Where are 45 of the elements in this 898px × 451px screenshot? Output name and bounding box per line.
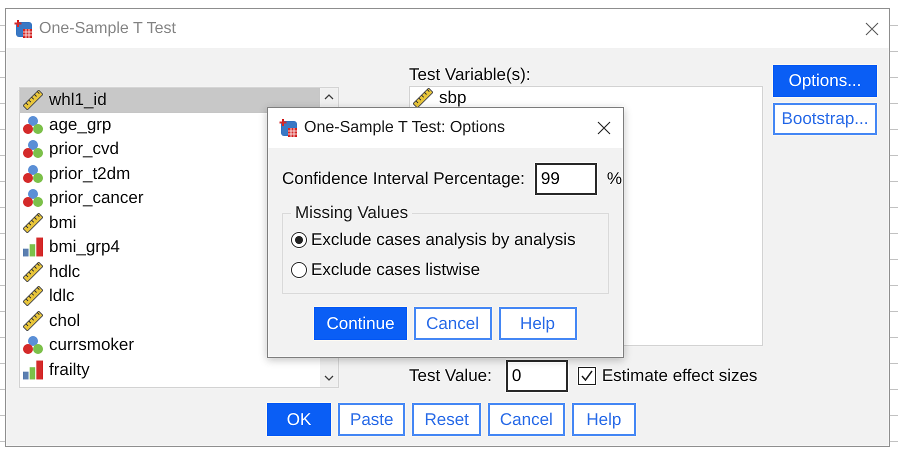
dialog-button[interactable]: Bootstrap...: [773, 103, 877, 135]
close-icon[interactable]: [865, 22, 879, 36]
table-icon: [278, 118, 298, 138]
bar-chart-icon: [23, 360, 43, 380]
effect-sizes-label: Estimate effect sizes: [602, 366, 758, 386]
confidence-interval-field[interactable]: 99: [534, 163, 597, 195]
dialog-button[interactable]: Options...: [773, 65, 877, 97]
three-circles-icon: [23, 335, 43, 356]
dialog-button[interactable]: OK: [267, 403, 331, 436]
window-title: One-Sample T Test: Options: [304, 119, 506, 137]
bar-chart-icon: [23, 237, 43, 258]
three-circles-icon: [23, 188, 43, 208]
radio-label: Exclude cases analysis by analysis: [311, 230, 576, 250]
checkbox[interactable]: [578, 367, 596, 385]
dialog-button[interactable]: Reset: [412, 403, 481, 436]
group-title: Missing Values: [294, 203, 410, 223]
scroll-down-icon[interactable]: [324, 375, 334, 381]
scroll-up-icon[interactable]: [324, 94, 334, 100]
test-value-field[interactable]: 0: [506, 360, 568, 392]
three-circles-icon: [23, 164, 43, 184]
dialog-button[interactable]: Help: [572, 403, 636, 436]
test-value-label: Test Value:: [409, 366, 492, 386]
dialog-button[interactable]: Continue: [314, 307, 407, 340]
variable-item[interactable]: frailty: [20, 358, 320, 382]
ruler-icon: [23, 90, 43, 110]
confidence-interval-label: Confidence Interval Percentage:: [282, 169, 525, 189]
ruler-icon: [413, 88, 433, 108]
dialog-button[interactable]: Cancel: [414, 307, 492, 340]
percent-label: %: [606, 169, 622, 189]
variable-item[interactable]: sbp: [410, 87, 762, 108]
dialog-button[interactable]: Cancel: [488, 403, 565, 436]
radio-button[interactable]: [291, 262, 307, 278]
window-title: One-Sample T Test: [39, 20, 177, 38]
test-variables-label: Test Variable(s):: [409, 65, 532, 85]
close-icon[interactable]: [597, 121, 611, 135]
variable-item[interactable]: whl1_id: [20, 88, 320, 112]
radio-button[interactable]: [291, 232, 307, 248]
radio-label: Exclude cases listwise: [311, 260, 480, 280]
table-icon: [13, 18, 33, 38]
three-circles-icon: [23, 139, 43, 160]
dialog-button[interactable]: Help: [498, 307, 577, 340]
variable-item[interactable]: prior_cvd: [20, 137, 320, 162]
three-circles-icon: [23, 114, 43, 135]
variable-item[interactable]: ldlc: [20, 284, 320, 308]
dialog-button[interactable]: Paste: [338, 403, 406, 436]
